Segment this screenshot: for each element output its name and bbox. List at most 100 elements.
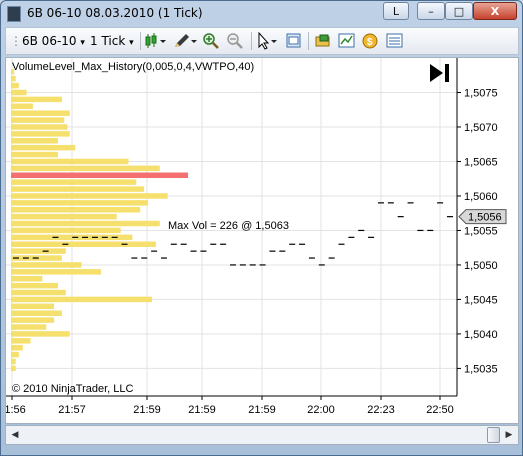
y-axis: 1,5075 1,5070 1,5065 1,5060 1,5055 1,5050 1,50… — [457, 87, 498, 375]
price-chart[interactable]: 1,5075 1,5070 1,5065 1,5060 1,5055 1,5050 1,50… — [0, 58, 518, 423]
copyright-label: © 2010 NinjaTrader, LLC — [12, 383, 133, 395]
x-tick-label: 21:59 — [248, 404, 276, 416]
volume-bar — [11, 89, 27, 96]
toolbar-separator — [308, 32, 309, 50]
volume-bar — [11, 338, 31, 344]
volume-bar — [11, 165, 160, 172]
indicator-label: VolumeLevel_Max_History(0,005,0,4,VWTPO,… — [12, 61, 254, 73]
volume-bar — [11, 151, 58, 158]
y-tick-label: 1,5040 — [464, 329, 498, 341]
instrument-label: 6B 06-10 — [22, 34, 77, 48]
volume-bar — [11, 241, 156, 247]
x-tick-label: 22:00 — [307, 404, 335, 416]
volume-bar — [11, 213, 117, 220]
y-tick-label: 1,5075 — [464, 87, 498, 99]
indicators-button[interactable] — [338, 32, 356, 50]
volume-bar — [11, 131, 70, 137]
last-price-label: 1,5056 — [468, 212, 502, 224]
volume-bar — [11, 310, 62, 316]
y-tick-label: 1,5065 — [464, 156, 498, 168]
volume-bar — [11, 138, 58, 144]
volume-bar — [11, 227, 121, 234]
zoom-in-button[interactable] — [202, 32, 220, 50]
volume-bar — [11, 317, 55, 323]
x-tick-label: 21:57 — [58, 404, 86, 416]
volume-bar — [11, 158, 129, 165]
y-tick-label: 1,5035 — [464, 363, 498, 375]
volume-bar — [11, 144, 76, 151]
volume-bar — [11, 96, 62, 103]
cursor-button[interactable] — [256, 31, 280, 50]
x-tick-label: 21:59 — [188, 404, 216, 416]
layout-button[interactable]: L — [383, 2, 409, 20]
svg-text:$: $ — [367, 37, 373, 48]
data-box-icon — [286, 33, 301, 48]
chart-trader-icon — [386, 33, 403, 48]
title-bar[interactable]: 6B 06-10 08.03.2010 (1 Tick) L – □ X — [1, 1, 522, 27]
volume-bar — [11, 262, 82, 268]
cursor-icon — [258, 31, 277, 50]
interval-selector[interactable]: 1 Tick ▾ — [90, 32, 134, 50]
volume-bar — [11, 82, 19, 89]
volume-bar — [11, 351, 19, 358]
volume-bar — [11, 124, 68, 130]
y-tick-label: 1,5060 — [464, 191, 498, 203]
app-icon — [7, 6, 21, 22]
chart-style-button[interactable] — [144, 32, 170, 50]
instrument-selector[interactable]: 6B 06-10 ▾ — [22, 32, 85, 50]
window-title: 6B 06-10 08.03.2010 (1 Tick) — [27, 6, 203, 20]
chevron-down-icon: ▾ — [80, 38, 85, 48]
volume-bar — [11, 207, 141, 213]
toolbar-grip: ⋮ — [10, 34, 22, 48]
toolbar-separator — [251, 32, 252, 50]
x-tick-label: 22:23 — [367, 404, 395, 416]
toolbar-separator — [140, 32, 141, 50]
volume-bar — [11, 103, 33, 110]
volume-bar — [11, 117, 65, 123]
x-tick-label: 21:59 — [133, 404, 161, 416]
volume-bar — [11, 365, 16, 372]
scroll-right-icon[interactable]: ▶ — [502, 428, 516, 442]
interval-label: 1 Tick — [90, 34, 126, 48]
chevron-down-icon: ▾ — [129, 38, 134, 48]
volume-bar — [11, 75, 16, 82]
volume-bar — [11, 248, 66, 254]
minimize-button[interactable]: – — [417, 2, 445, 20]
volume-bar — [11, 324, 47, 330]
maximize-button[interactable]: □ — [445, 2, 473, 20]
volume-bar — [11, 110, 70, 116]
zoom-out-button[interactable] — [226, 32, 244, 50]
zoom-in-icon — [203, 33, 219, 49]
candlestick-icon — [145, 33, 166, 48]
volume-bar — [11, 275, 43, 282]
drawing-tools-button[interactable] — [172, 32, 198, 50]
last-price-marker: 1,5056 — [458, 209, 507, 225]
y-tick-label: 1,5050 — [464, 260, 498, 272]
properties-icon — [315, 34, 330, 47]
data-box-button[interactable] — [286, 32, 302, 50]
volume-bar — [11, 296, 152, 303]
chart-window: 6B 06-10 08.03.2010 (1 Tick) L – □ X ⋮ 6… — [0, 0, 523, 456]
strategies-button[interactable]: $ — [362, 32, 380, 50]
volume-bar — [11, 282, 58, 289]
y-tick-label: 1,5070 — [464, 122, 498, 134]
volume-bar — [11, 344, 23, 351]
max-volume-annotation: Max Vol = 226 @ 1,5063 — [168, 220, 289, 232]
volume-bar — [11, 289, 66, 296]
volume-bar — [11, 358, 16, 365]
properties-button[interactable] — [314, 32, 332, 50]
volume-bar — [11, 193, 168, 199]
volume-bar — [11, 220, 160, 227]
y-tick-label: 1,5045 — [464, 294, 498, 306]
volume-bar — [11, 269, 102, 275]
close-button[interactable]: X — [473, 2, 517, 20]
scrollbar-thumb[interactable] — [487, 427, 500, 443]
max-volume-bar — [11, 172, 188, 179]
chart-toolbar: ⋮ 6B 06-10 ▾ 1 Tick ▾ $ — [5, 27, 519, 55]
horizontal-scrollbar[interactable]: ◀ ▶ — [5, 425, 519, 445]
chart-trader-button[interactable] — [386, 32, 404, 50]
indicators-icon — [338, 33, 355, 48]
volume-bar — [11, 200, 149, 206]
chart-panel[interactable]: 1,5075 1,5070 1,5065 1,5060 1,5055 1,5050 1,50… — [0, 57, 519, 424]
scroll-left-icon[interactable]: ◀ — [8, 428, 22, 442]
